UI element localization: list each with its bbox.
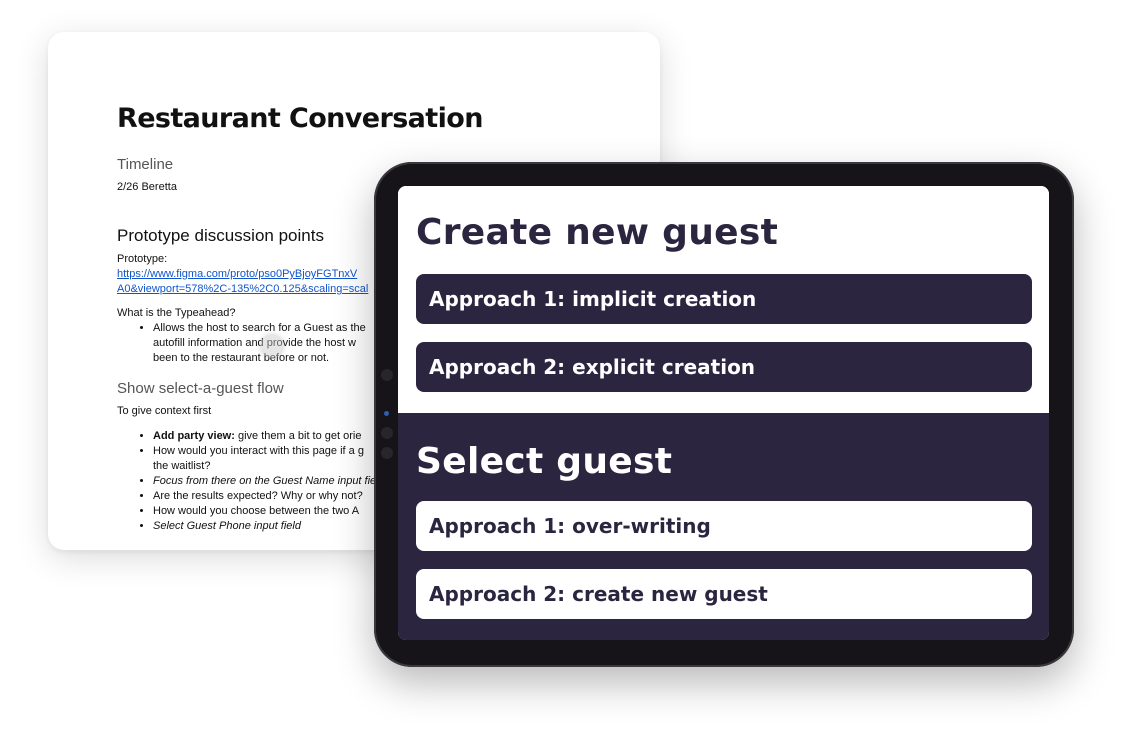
document-title: Restaurant Conversation xyxy=(117,103,483,134)
create-guest-section: Create new guest Approach 1: implicit cr… xyxy=(398,186,1049,413)
tablet-device: Create new guest Approach 1: implicit cr… xyxy=(374,162,1074,667)
tablet-screen: Create new guest Approach 1: implicit cr… xyxy=(398,186,1049,640)
touch-cursor xyxy=(260,334,284,358)
select-guest-section: Select guest Approach 1: over-writing Ap… xyxy=(398,413,1049,640)
sensor-dot xyxy=(381,447,393,459)
prototype-link-line-2[interactable]: A0&viewport=578%2C-135%2C0.125&scaling=s… xyxy=(117,283,368,295)
prototype-link-line-1[interactable]: https://www.figma.com/proto/pso0PyBjoyFG… xyxy=(117,268,357,280)
create-guest-title: Create new guest xyxy=(416,212,779,253)
explicit-creation-button[interactable]: Approach 2: explicit creation xyxy=(416,342,1032,392)
over-writing-button[interactable]: Approach 1: over-writing xyxy=(416,501,1032,551)
implicit-creation-button[interactable]: Approach 1: implicit creation xyxy=(416,274,1032,324)
sensor-dot xyxy=(381,427,393,439)
camera-dot xyxy=(381,369,393,381)
create-new-guest-button[interactable]: Approach 2: create new guest xyxy=(416,569,1032,619)
stage: Restaurant Conversation Timeline 2/26 Be… xyxy=(0,0,1124,732)
indicator-dot xyxy=(384,411,389,416)
select-guest-title: Select guest xyxy=(416,441,673,482)
